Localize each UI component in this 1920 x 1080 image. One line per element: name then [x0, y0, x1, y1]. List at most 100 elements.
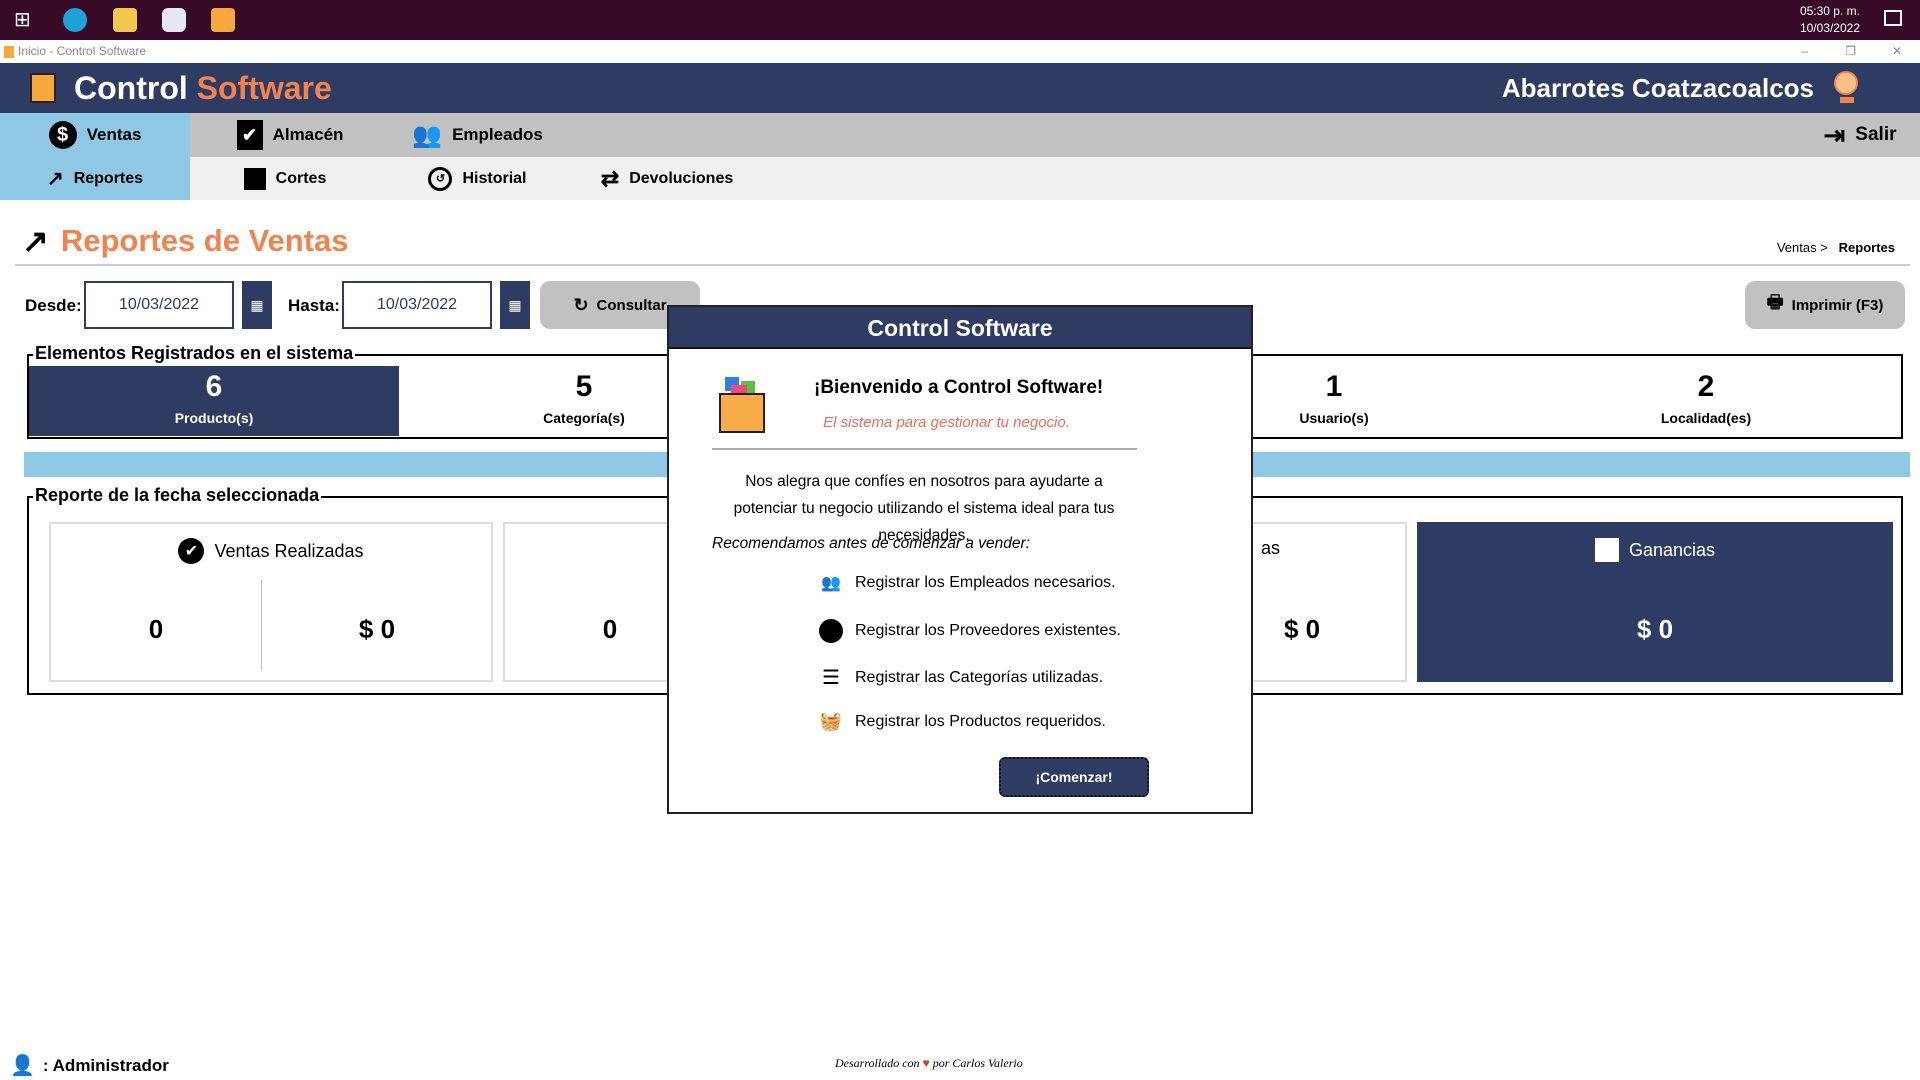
- users-icon: 👥: [412, 121, 443, 149]
- stat-label: Producto(s): [174, 410, 254, 426]
- card-title: as: [1260, 538, 1280, 558]
- rec-employees: 👥 Registrar los Empleados necesarios.: [819, 573, 1116, 593]
- credit-prefix: Desarrollado con: [835, 1056, 920, 1070]
- card-earnings: Ganancias $ 0: [1417, 522, 1893, 682]
- close-button[interactable]: ✕: [1892, 40, 1902, 63]
- clipboard-check-icon: ✔: [236, 120, 263, 150]
- credits: Desarrollado con ♥ por Carlos Valerio: [835, 1056, 1023, 1071]
- dialog-title: Control Software: [669, 307, 1251, 349]
- rec-products: 🧺 Registrar los Productos requeridos.: [819, 711, 1106, 732]
- welcome-dialog: Control Software ¡Bienvenido a Control S…: [667, 305, 1253, 814]
- to-date-input[interactable]: 10/03/2022: [342, 281, 492, 329]
- query-label: Consultar: [596, 296, 667, 314]
- card-count: 0: [148, 614, 164, 644]
- trend-icon: ↗: [46, 168, 64, 190]
- page-title-text: Reportes de Ventas: [60, 223, 349, 258]
- rec-text: Registrar los Proveedores existentes.: [855, 622, 1121, 639]
- logout-button[interactable]: ⇥ Salir: [1820, 113, 1900, 157]
- card-amount: $ 0: [1284, 614, 1321, 644]
- registered-title: Elementos Registrados en el sistema: [33, 343, 356, 364]
- dialog-recommend: Recomendamos antes de comenzar a vender:: [712, 535, 1030, 552]
- system-clock[interactable]: 05:30 p. m. 10/03/2022: [1800, 3, 1860, 37]
- check-circle-icon: ✔: [178, 538, 205, 564]
- cash-register-icon: [243, 167, 266, 190]
- from-calendar-button[interactable]: ▦: [242, 281, 272, 329]
- subnav-cortes-label: Cortes: [275, 169, 327, 187]
- from-label: Desde:: [25, 296, 82, 315]
- dialog-subtitle: El sistema para gestionar tu negocio.: [823, 414, 1070, 431]
- notifications-icon[interactable]: [1884, 10, 1902, 26]
- print-button[interactable]: 🖶 Imprimir (F3): [1745, 281, 1905, 329]
- user-icon: 👤: [10, 1055, 35, 1077]
- app-header: Control Software Abarrotes Coatzacoalcos: [0, 63, 1920, 113]
- dollar-circle-icon: $: [48, 121, 77, 149]
- current-user: 👤 : Administrador: [10, 1053, 169, 1078]
- to-label: Hasta:: [288, 296, 340, 315]
- history-icon: ↺: [428, 166, 453, 191]
- app-small-icon: [4, 45, 14, 58]
- fan-logo-icon: [1834, 71, 1860, 105]
- brand-title: Control Software: [74, 70, 332, 106]
- subnav-historial[interactable]: ↺ Historial: [420, 157, 535, 200]
- control-software-taskbar-icon[interactable]: [211, 8, 235, 32]
- shopping-bag-icon: [719, 377, 765, 433]
- rec-text: Registrar los Empleados necesarios.: [855, 574, 1116, 591]
- nav-ventas[interactable]: $ Ventas: [0, 113, 190, 157]
- rec-text: Registrar las Categorías utilizadas.: [855, 668, 1104, 686]
- clock-date: 10/03/2022: [1799, 21, 1860, 35]
- logout-label: Salir: [1855, 124, 1897, 145]
- minimize-button[interactable]: –: [1801, 40, 1808, 63]
- app-hexagon-icon[interactable]: [162, 8, 186, 32]
- nav-empleados[interactable]: 👥 Empleados: [410, 113, 545, 157]
- card-amount: $ 0: [1636, 614, 1674, 644]
- subnav-cortes[interactable]: Cortes: [235, 157, 335, 200]
- rec-suppliers: Registrar los Proveedores existentes.: [819, 619, 1121, 643]
- from-date-input[interactable]: 10/03/2022: [84, 281, 234, 329]
- rec-text: Registrar los Productos requeridos.: [855, 712, 1106, 730]
- subnav-reportes[interactable]: ↗ Reportes: [0, 157, 190, 200]
- breadcrumb-ventas[interactable]: Ventas >: [1777, 240, 1828, 255]
- exchange-icon: ⇄: [600, 165, 620, 191]
- users-icon: 👥: [821, 575, 841, 592]
- card-title: Ventas Realizadas: [214, 540, 364, 561]
- subnav-reportes-label: Reportes: [73, 169, 144, 187]
- printer-icon: 🖶: [1766, 292, 1784, 312]
- file-explorer-icon[interactable]: [113, 8, 137, 32]
- restore-button[interactable]: ❐: [1845, 40, 1856, 63]
- shopping-bag-logo-icon: [30, 73, 56, 103]
- calendar-icon: ▦: [508, 296, 522, 313]
- dialog-divider: [712, 448, 1137, 450]
- start-button[interactable]: ¡Comenzar!: [999, 757, 1149, 797]
- nav-almacen[interactable]: ✔ Almacén: [230, 113, 350, 157]
- subnav-devoluciones-label: Devoluciones: [629, 169, 734, 187]
- subnav-historial-label: Historial: [462, 169, 527, 187]
- to-calendar-button[interactable]: ▦: [500, 281, 530, 329]
- store-name: Abarrotes Coatzacoalcos: [1501, 73, 1814, 103]
- credit-suffix: por Carlos Valerio: [932, 1056, 1023, 1070]
- stat-label: Localidad(es): [1660, 410, 1752, 426]
- clock-time: 05:30 p. m.: [1799, 4, 1860, 18]
- card-title: Ganancias: [1628, 539, 1716, 560]
- breadcrumb: Ventas > Reportes: [1777, 240, 1895, 255]
- sub-nav: ↗ Reportes Cortes ↺ Historial ⇄ Devolucione…: [0, 157, 1920, 200]
- stat-value: 6: [205, 370, 223, 403]
- window-titlebar: Inicio - Control Software – ❐ ✕: [0, 40, 1920, 63]
- card-sales: ✔ Ventas Realizadas 0 $ 0: [49, 522, 493, 682]
- nav-empleados-label: Empleados: [452, 125, 543, 144]
- trend-icon: ↗: [22, 223, 49, 259]
- nav-almacen-label: Almacén: [272, 125, 344, 144]
- refresh-icon: ↻: [573, 294, 589, 315]
- subnav-devoluciones[interactable]: ⇄ Devoluciones: [592, 157, 742, 200]
- stat-value: 2: [1697, 370, 1715, 403]
- windows-start-icon[interactable]: ⊞: [14, 8, 38, 32]
- nav-ventas-label: Ventas: [86, 125, 142, 144]
- user-role: : Administrador: [42, 1055, 169, 1075]
- rec-categories: ☰ Registrar las Categorías utilizadas.: [819, 665, 1103, 690]
- dialog-heading: ¡Bienvenido a Control Software!: [814, 377, 1104, 398]
- divider: [15, 264, 1910, 266]
- breadcrumb-current: Reportes: [1838, 240, 1895, 255]
- stat-locations: 2 Localidad(es): [1521, 366, 1891, 436]
- logout-icon: ⇥: [1823, 119, 1846, 150]
- edge-browser-icon[interactable]: [63, 8, 87, 32]
- account-circle-icon: [819, 619, 843, 643]
